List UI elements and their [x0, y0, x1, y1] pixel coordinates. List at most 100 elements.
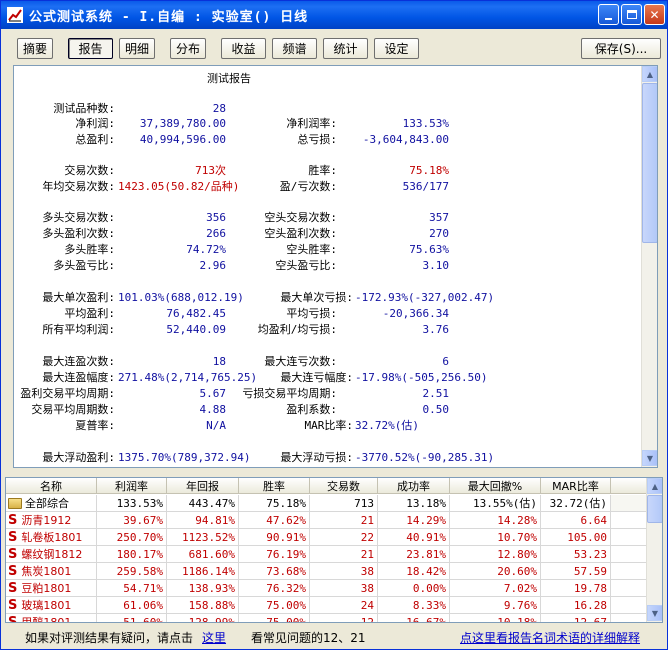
grid-cell: 38 [310, 580, 378, 596]
report-value-left: 271.48%(2,714,765.25) [118, 371, 258, 384]
row-name-cell: S 焦炭1801 [6, 563, 97, 579]
table-row[interactable]: S 焦炭1801 259.58% 1186.14% 73.68% 38 18.42% 20.6… [6, 563, 648, 580]
report-label-left: 最大连盈幅度: [42, 371, 115, 384]
report-pane[interactable]: 测试报告 测试品种数: 28 净利润: 37,389,780.00 净利润率: 133.5… [13, 65, 658, 468]
report-label-left: 测试品种数: [53, 102, 115, 115]
table-row[interactable]: S 螺纹钢1812 180.17% 681.60% 76.19% 21 23.81% 12.8… [6, 546, 648, 563]
report-value-right: 357 [429, 211, 449, 224]
close-icon: ✕ [649, 7, 660, 22]
row-name-cell: S 玻璃1801 [6, 597, 97, 613]
minimize-icon [605, 17, 612, 20]
report-value-right: 3.76 [422, 323, 450, 336]
grid-cell: 8.33% [378, 597, 450, 613]
grid-cell: 20.60% [450, 563, 541, 579]
tab-settings[interactable]: 设定 [374, 38, 419, 59]
glossary-link[interactable]: 点这里看报告名词术语的详细解释 [460, 629, 640, 646]
report-label-right: 空头盈亏比: [275, 259, 337, 272]
stock-s-icon: S [8, 614, 18, 623]
report-value-right: -20,366.34 [382, 307, 449, 320]
grid-cell: 23.81% [378, 546, 450, 562]
row-name-cell: 全部综合 [6, 495, 97, 511]
tab-details[interactable]: 明细 [119, 38, 155, 59]
report-value-left: N/A [206, 419, 226, 432]
grid-cell: 14.28% [450, 512, 541, 528]
report-label-right: 均盈利/均亏损: [257, 323, 337, 336]
table-row[interactable]: S 玻璃1801 61.06% 158.88% 75.00% 24 8.33% 9.76% 16… [6, 597, 648, 614]
grid-cell: 10.70% [450, 529, 541, 545]
report-scrollbar[interactable]: ▲ ▼ [641, 66, 657, 467]
col-name[interactable]: 名称 [6, 478, 97, 494]
results-grid[interactable]: 名称 利润率 年回报 胜率 交易数 成功率 最大回撤% MAR比率 全部综合 13… [5, 477, 663, 623]
report-label-right: 盈利系数: [286, 403, 337, 416]
tab-returns[interactable]: 收益 [221, 38, 266, 59]
report-value-right: 32.72%(估) [355, 419, 419, 432]
scroll-thumb[interactable] [642, 83, 657, 243]
report-value-right: 2.51 [422, 387, 450, 400]
title-bar[interactable]: 公式测试系统 - I.自编 : 实验室() 日线 ✕ [1, 1, 667, 29]
grid-header: 名称 利润率 年回报 胜率 交易数 成功率 最大回撤% MAR比率 [6, 478, 648, 494]
grid-cell: 128.99% [167, 614, 239, 622]
grid-cell: 51.60% [97, 614, 167, 622]
grid-cell: 76.19% [239, 546, 310, 562]
grid-cell: 16.28 [541, 597, 611, 613]
col-success-rate[interactable]: 成功率 [378, 478, 450, 494]
folder-icon [8, 497, 22, 509]
stock-s-icon: S [8, 546, 18, 562]
tab-summary[interactable]: 摘要 [17, 38, 53, 59]
col-win-rate[interactable]: 胜率 [239, 478, 310, 494]
tab-spectrum[interactable]: 频谱 [272, 38, 317, 59]
grid-total-row[interactable]: 全部综合 133.53% 443.47% 75.18% 713 13.18% 13.55%(… [6, 495, 648, 512]
col-mar-ratio[interactable]: MAR比率 [541, 478, 611, 494]
report-value-right: 75.63% [409, 243, 449, 256]
col-trades[interactable]: 交易数 [310, 478, 378, 494]
row-name-cell: S 轧卷板1801 [6, 529, 97, 545]
table-row[interactable]: S 甲醇1801 51.60% 128.99% 75.00% 12 16.67% 10.18%… [6, 614, 648, 623]
save-button[interactable]: 保存(S)... [581, 38, 661, 59]
minimize-button[interactable] [598, 4, 619, 25]
status-question-text: 如果对评测结果有疑问，请点击 [25, 631, 194, 645]
row-name-label: 玻璃1801 [21, 599, 72, 612]
grid-cell: 76.32% [239, 580, 310, 596]
maximize-button[interactable] [621, 4, 642, 25]
table-row[interactable]: S 轧卷板1801 250.70% 1123.52% 90.91% 22 40.91% 10.… [6, 529, 648, 546]
scroll-up-arrow-icon[interactable]: ▲ [642, 66, 657, 82]
grid-scroll-up-arrow-icon[interactable]: ▲ [647, 478, 662, 494]
table-row[interactable]: S 沥青1912 39.67% 94.81% 47.62% 21 14.29% 14.28% 6… [6, 512, 648, 529]
report-title: 测试报告 [207, 72, 251, 85]
grid-cell: 12.80% [450, 546, 541, 562]
report-label-left: 交易平均周期数: [31, 403, 115, 416]
grid-cell: 681.60% [167, 546, 239, 562]
tab-distribution[interactable]: 分布 [170, 38, 206, 59]
scroll-down-arrow-icon[interactable]: ▼ [642, 450, 657, 466]
grid-cell: 21 [310, 512, 378, 528]
report-label-right: 亏损交易平均周期: [242, 387, 337, 400]
here-link[interactable]: 这里 [202, 629, 226, 646]
stock-s-icon: S [8, 529, 18, 545]
report-value-left: 28 [212, 102, 226, 115]
report-value-left: 18 [212, 355, 226, 368]
table-row[interactable]: S 豆粕1801 54.71% 138.93% 76.32% 38 0.00% 7.02% 19… [6, 580, 648, 597]
report-value-right: 6 [442, 355, 449, 368]
report-label-right: 最大连亏次数: [264, 355, 337, 368]
col-profit-rate[interactable]: 利润率 [97, 478, 167, 494]
report-label-right: 胜率: [308, 164, 337, 177]
grid-cell: 138.93% [167, 580, 239, 596]
grid-scroll-down-arrow-icon[interactable]: ▼ [647, 605, 662, 621]
tab-statistics[interactable]: 统计 [323, 38, 368, 59]
col-annual-return[interactable]: 年回报 [167, 478, 239, 494]
grid-cell: 47.62% [239, 512, 310, 528]
grid-cell: 1186.14% [167, 563, 239, 579]
report-label-left: 夏普率: [75, 419, 115, 432]
grid-scroll-thumb[interactable] [647, 495, 662, 523]
grid-cell: 6.64 [541, 512, 611, 528]
report-label-right: 平均亏损: [286, 307, 337, 320]
grid-cell: 16.67% [378, 614, 450, 622]
chart-app-icon [7, 7, 23, 23]
report-value-right: 133.53% [402, 117, 449, 130]
grid-scrollbar[interactable]: ▲ ▼ [646, 478, 662, 622]
col-max-drawdown[interactable]: 最大回撤% [450, 478, 541, 494]
grid-cell: 22 [310, 529, 378, 545]
grid-cell: 12 [310, 614, 378, 622]
close-button[interactable]: ✕ [644, 4, 665, 25]
tab-report[interactable]: 报告 [68, 38, 113, 59]
